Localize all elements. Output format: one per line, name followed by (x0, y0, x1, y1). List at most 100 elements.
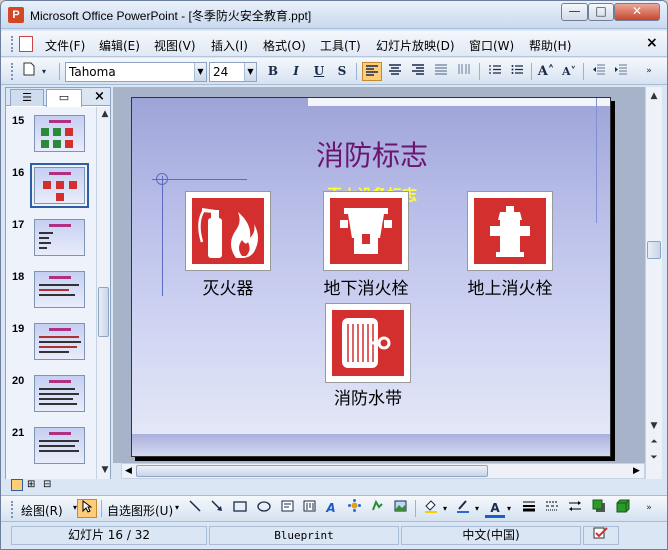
slide-thumbnail-row[interactable]: 17 (6, 215, 96, 266)
line-style-icon[interactable] (519, 499, 539, 518)
menu-window[interactable]: 窗口(W) (469, 37, 514, 54)
select-objects-icon[interactable] (77, 499, 97, 518)
panel-close-button[interactable]: × (94, 89, 105, 104)
distribute-icon[interactable] (431, 62, 451, 81)
line-color-icon[interactable] (453, 499, 473, 518)
fill-color-dropdown-icon[interactable]: ▾ (443, 504, 447, 513)
slide-thumbnail-row[interactable]: 18 (6, 267, 96, 318)
font-color-icon[interactable]: A (485, 499, 505, 518)
slide-thumbnail[interactable] (34, 219, 85, 256)
textbox-tool-icon[interactable] (277, 499, 297, 518)
increase-font-size-button[interactable]: A˄ (536, 62, 556, 81)
previous-slide-icon[interactable]: ⏶ (647, 435, 661, 449)
slide-thumbnail-row[interactable]: 16 (6, 163, 96, 214)
menu-tools[interactable]: 工具(T) (320, 37, 361, 54)
clipart-icon[interactable] (367, 499, 387, 518)
menu-insert[interactable]: 插入(I) (211, 37, 248, 54)
toolbar-grip-handle[interactable] (11, 501, 14, 518)
slide-thumbnail[interactable] (34, 323, 85, 360)
increase-indent-icon[interactable] (611, 62, 631, 81)
close-window-button[interactable]: ✕ (614, 3, 660, 21)
scroll-right-icon[interactable]: ▶ (630, 464, 643, 478)
decrease-font-size-button[interactable]: A˅ (559, 62, 579, 81)
align-center-icon[interactable] (385, 62, 405, 81)
underline-button[interactable]: U (309, 62, 329, 81)
new-dropdown-icon[interactable]: ▾ (39, 62, 49, 81)
thumbnails-scroll-thumb[interactable] (98, 287, 109, 337)
slide-thumbnail-row[interactable]: 19 (6, 319, 96, 370)
language-status[interactable]: 中文(中国) (401, 526, 581, 545)
bulleted-list-icon[interactable] (507, 62, 527, 81)
menu-grip-handle[interactable] (11, 36, 14, 52)
fire-extinguisher-sign[interactable] (186, 192, 270, 270)
powerpoint-app-icon[interactable]: P (8, 7, 24, 23)
title-bar[interactable]: P Microsoft Office PowerPoint - [冬季防火安全教… (1, 1, 667, 29)
design-template-status[interactable]: Blueprint (209, 526, 399, 545)
shadow-button[interactable]: S (332, 62, 352, 81)
menu-format[interactable]: 格式(O) (263, 37, 306, 54)
arrow-style-icon[interactable] (565, 499, 585, 518)
bold-button[interactable]: B (263, 62, 283, 81)
toolbar-options-icon[interactable]: » (643, 62, 655, 81)
autoshapes-dropdown-icon[interactable]: ▾ (175, 503, 179, 512)
slide-thumbnail-row[interactable]: 15 (6, 111, 96, 162)
slide-thumbnail-row[interactable]: 21 (6, 423, 96, 474)
columns-icon[interactable] (454, 62, 474, 81)
toolbar-grip-handle[interactable] (11, 63, 14, 80)
fire-extinguisher-label[interactable]: 灭火器 (158, 274, 298, 299)
slide-thumbnail-selected[interactable] (30, 163, 89, 208)
numbered-list-icon[interactable] (485, 62, 505, 81)
diagram-icon[interactable] (344, 499, 364, 518)
scroll-down-icon[interactable]: ▼ (647, 419, 661, 433)
tab-slides[interactable]: ▭ (46, 89, 82, 107)
line-tool-icon[interactable] (185, 499, 205, 518)
italic-button[interactable]: I (286, 62, 306, 81)
slide-thumbnail[interactable] (34, 375, 85, 412)
tab-outline[interactable]: ☰ (10, 89, 44, 106)
menu-file[interactable]: 文件(F) (45, 37, 85, 54)
autoshapes-menu-button[interactable]: 自选图形(U) (107, 502, 173, 519)
scroll-left-icon[interactable]: ◀ (122, 464, 135, 478)
slide-canvas[interactable]: 消防标志 灭火设备标志 灭火器 (131, 97, 611, 457)
normal-view-icon[interactable] (11, 479, 23, 491)
spelling-check-icon[interactable] (583, 526, 619, 545)
shadow-style-icon[interactable] (589, 499, 609, 518)
dash-style-icon[interactable] (542, 499, 562, 518)
scroll-up-icon[interactable]: ▲ (647, 89, 661, 103)
underground-hydrant-sign[interactable] (324, 192, 408, 270)
align-right-icon[interactable] (408, 62, 428, 81)
draw-menu-button[interactable]: 绘图(R) (21, 502, 63, 519)
rectangle-tool-icon[interactable] (230, 499, 250, 518)
fill-color-icon[interactable] (421, 499, 441, 518)
close-document-button[interactable]: × (646, 35, 658, 51)
horizontal-scroll-thumb[interactable] (136, 465, 488, 477)
fire-hose-sign[interactable] (326, 304, 410, 382)
new-document-icon[interactable] (19, 62, 39, 81)
font-name-combo[interactable]: Tahoma ▼ (65, 62, 207, 82)
font-size-dropdown-icon[interactable]: ▼ (244, 63, 256, 81)
scroll-up-icon[interactable]: ▲ (98, 107, 112, 121)
menu-help[interactable]: 帮助(H) (529, 37, 571, 54)
menu-view[interactable]: 视图(V) (154, 37, 196, 54)
vertical-textbox-icon[interactable] (299, 499, 319, 518)
slide-thumbnail[interactable] (34, 427, 85, 464)
document-icon[interactable] (19, 36, 33, 52)
font-color-dropdown-icon[interactable]: ▾ (507, 504, 511, 513)
line-color-dropdown-icon[interactable]: ▾ (475, 504, 479, 513)
slide-title[interactable]: 消防标志 (132, 134, 610, 174)
slide-scroll-thumb[interactable] (647, 241, 661, 259)
slide-thumbnail[interactable] (34, 115, 85, 152)
aboveground-hydrant-label[interactable]: 地上消火栓 (440, 274, 580, 299)
align-left-icon[interactable] (362, 62, 382, 81)
slide-sorter-icon[interactable]: ⊞ (27, 479, 39, 491)
fire-hose-label[interactable]: 消防水带 (298, 384, 438, 409)
slide-vertical-scrollbar[interactable]: ▲ ▼ ⏶ ⏷ (645, 87, 662, 479)
maximize-button[interactable]: □ (588, 3, 614, 21)
wordart-icon[interactable]: A (321, 499, 341, 518)
minimize-button[interactable]: — (561, 3, 588, 21)
slide-thumbnail[interactable] (34, 271, 85, 308)
3d-style-icon[interactable] (613, 499, 633, 518)
slide-horizontal-scrollbar[interactable]: ◀ ▶ (121, 463, 645, 479)
toolbar-options-icon[interactable]: » (643, 499, 655, 518)
insert-picture-icon[interactable] (390, 499, 410, 518)
